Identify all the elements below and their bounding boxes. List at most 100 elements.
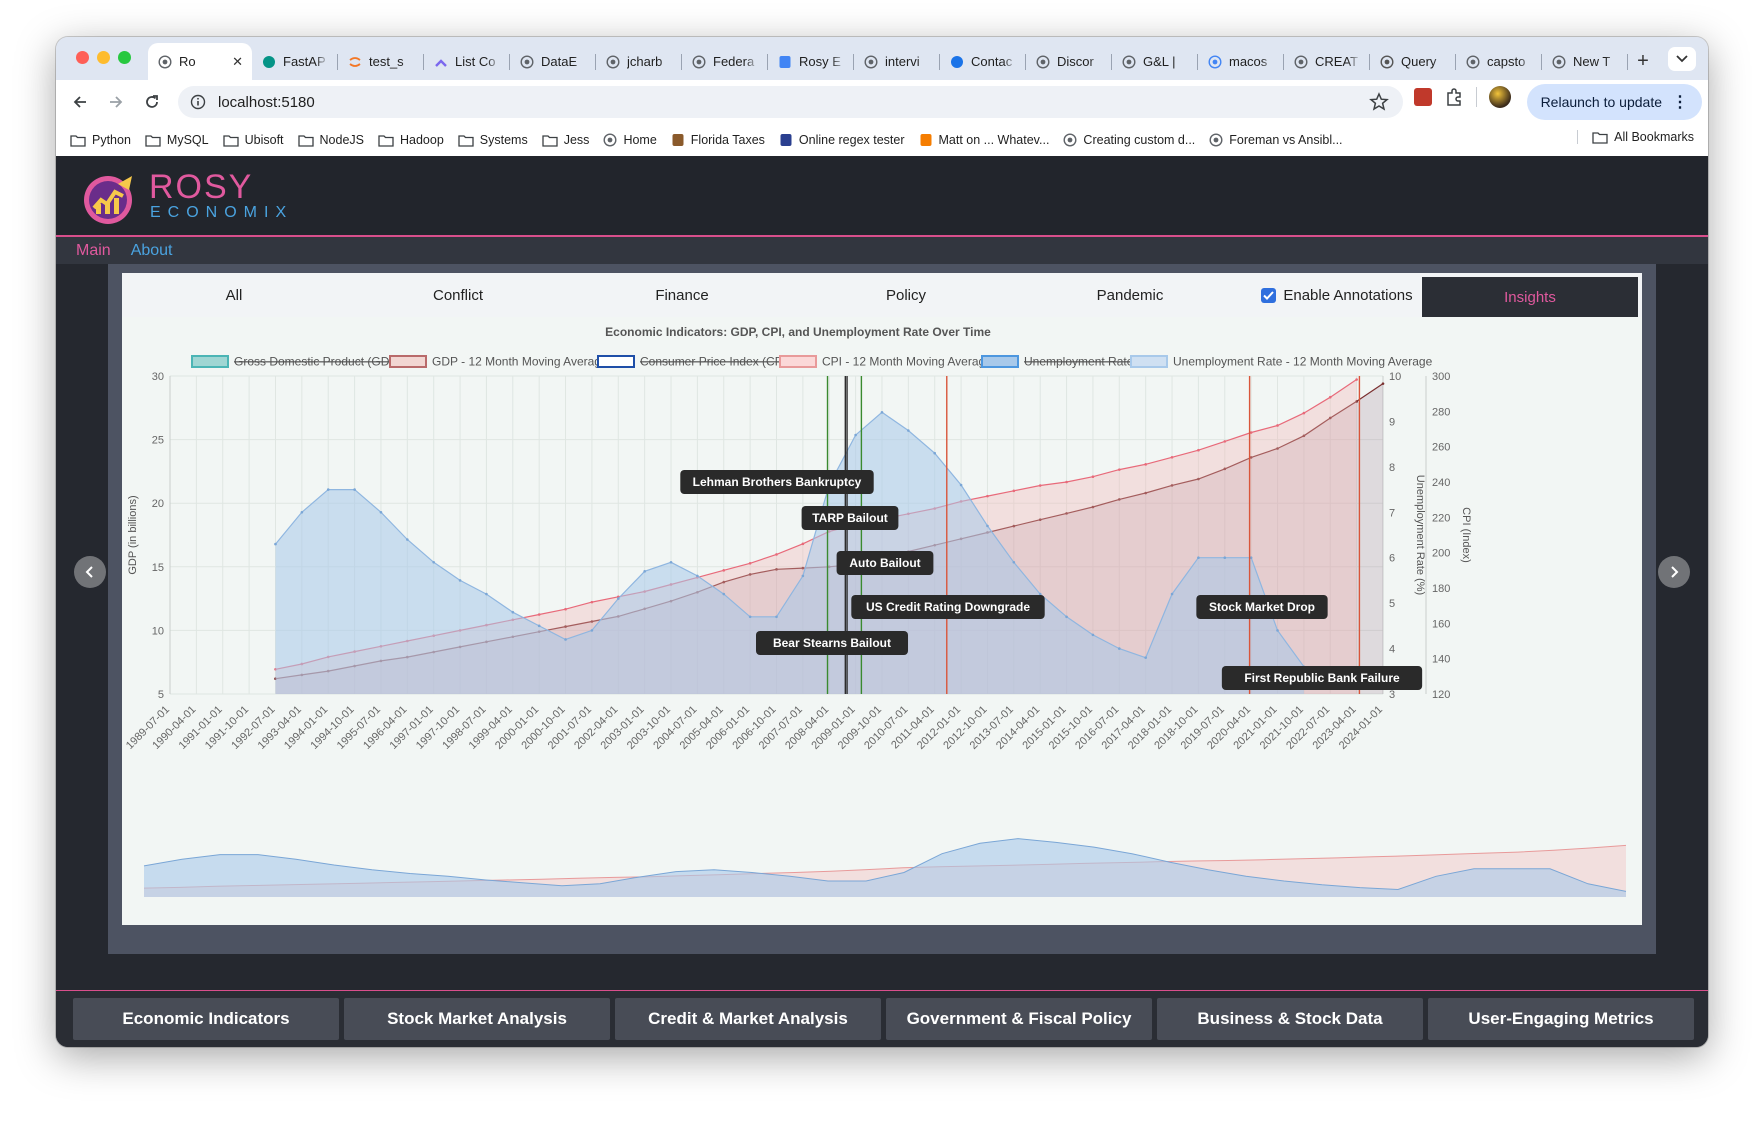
annotation-label[interactable]: US Credit Rating Downgrade <box>851 595 1045 619</box>
zoom-window-button[interactable] <box>118 51 131 64</box>
data-point[interactable] <box>1144 463 1147 466</box>
data-point[interactable] <box>485 592 488 596</box>
data-point[interactable] <box>880 411 884 414</box>
bookmark-item[interactable]: MySQL <box>145 133 209 147</box>
annotations-toggle[interactable]: Enable Annotations <box>1242 287 1432 304</box>
extension-icon[interactable] <box>1414 88 1432 106</box>
data-point[interactable] <box>300 510 304 514</box>
bookmark-item[interactable]: Online regex tester <box>779 133 905 147</box>
browser-tab[interactable]: capsto <box>1456 43 1542 80</box>
filter-conflict-button[interactable]: Conflict <box>346 273 570 317</box>
annotation-label[interactable]: Stock Market Drop <box>1196 595 1328 619</box>
bookmark-item[interactable]: Foreman vs Ansibl... <box>1209 133 1343 147</box>
credit-market-analysis-button[interactable]: Credit & Market Analysis <box>615 998 881 1040</box>
legend-item[interactable]: GDP - 12 Month Moving Average <box>389 355 608 369</box>
data-point[interactable] <box>1065 480 1068 484</box>
bookmark-star-icon[interactable] <box>1369 92 1389 112</box>
stock-market-analysis-button[interactable]: Stock Market Analysis <box>344 998 610 1040</box>
data-point[interactable] <box>353 488 356 491</box>
data-point[interactable] <box>1065 615 1068 619</box>
close-tab-icon[interactable]: ✕ <box>232 54 243 70</box>
data-point[interactable] <box>907 429 910 432</box>
data-point[interactable] <box>1381 382 1385 385</box>
data-point[interactable] <box>722 569 726 572</box>
address-bar[interactable]: localhost:5180 <box>178 86 1403 118</box>
reload-button[interactable] <box>134 84 170 120</box>
browser-tab[interactable]: Query <box>1370 43 1456 80</box>
profile-avatar[interactable] <box>1489 86 1511 108</box>
data-point[interactable] <box>1012 489 1016 493</box>
filter-pandemic-button[interactable]: Pandemic <box>1018 273 1242 317</box>
browser-tab[interactable]: Rosy E <box>768 43 854 80</box>
annotation-label[interactable]: First Republic Bank Failure <box>1221 666 1423 690</box>
annotation-label[interactable]: Lehman Brothers Bankruptcy <box>680 470 874 494</box>
data-point[interactable] <box>1118 468 1121 471</box>
bookmark-item[interactable]: Matt on ... Whatev... <box>919 133 1049 147</box>
data-point[interactable] <box>590 600 594 604</box>
back-button[interactable] <box>62 84 98 120</box>
bookmark-item[interactable]: Systems <box>458 133 528 147</box>
data-point[interactable] <box>1276 424 1279 427</box>
legend-item[interactable]: Gross Domestic Product (GDP) <box>191 355 401 369</box>
browser-tab[interactable]: CREAT <box>1284 43 1370 80</box>
data-point[interactable] <box>1144 656 1147 659</box>
data-point[interactable] <box>1355 378 1358 381</box>
data-point[interactable] <box>1091 633 1095 637</box>
data-point[interactable] <box>1223 440 1227 443</box>
data-point[interactable] <box>1091 475 1095 478</box>
bookmark-item[interactable]: NodeJS <box>297 133 364 147</box>
data-point[interactable] <box>1328 395 1332 399</box>
data-point[interactable] <box>775 553 778 556</box>
browser-tab[interactable]: test_s <box>338 43 424 80</box>
range-navigator[interactable] <box>143 838 1627 897</box>
legend-item[interactable]: Unemployment Rate <box>981 355 1134 369</box>
browser-tab[interactable]: macos <box>1198 43 1284 80</box>
annotations-checkbox[interactable] <box>1261 287 1277 303</box>
bookmark-item[interactable]: Hadoop <box>378 133 444 147</box>
data-point[interactable] <box>616 597 620 600</box>
legend-item[interactable]: CPI - 12 Month Moving Average <box>779 355 992 369</box>
forward-button[interactable] <box>98 84 134 120</box>
browser-tab[interactable]: G&L | <box>1112 43 1198 80</box>
new-tab-button[interactable]: + <box>1628 43 1658 80</box>
minimize-window-button[interactable] <box>97 51 110 64</box>
puzzle-icon[interactable] <box>1444 87 1464 107</box>
government-fiscal-policy-button[interactable]: Government & Fiscal Policy <box>886 998 1152 1040</box>
data-point[interactable] <box>933 451 937 455</box>
data-point[interactable] <box>564 638 567 641</box>
annotation-label[interactable]: TARP Bailout <box>801 506 899 530</box>
data-point[interactable] <box>748 615 752 619</box>
business-stock-data-button[interactable]: Business & Stock Data <box>1157 998 1423 1040</box>
annotation-label[interactable]: Bear Stearns Bailout <box>756 631 908 655</box>
browser-tab[interactable]: intervi <box>854 43 940 80</box>
browser-tab[interactable]: FastAP <box>252 43 338 80</box>
data-point[interactable] <box>1197 556 1200 560</box>
data-point[interactable] <box>1302 411 1306 415</box>
data-point[interactable] <box>696 574 699 578</box>
nav-main-link[interactable]: Main <box>76 242 111 260</box>
data-point[interactable] <box>406 538 409 541</box>
carousel-prev-button[interactable] <box>74 556 106 588</box>
data-point[interactable] <box>432 560 435 564</box>
filter-finance-button[interactable]: Finance <box>570 273 794 317</box>
all-bookmarks-button[interactable]: All Bookmarks <box>1577 130 1694 144</box>
browser-tab[interactable]: jcharb <box>596 43 682 80</box>
data-point[interactable] <box>643 570 646 573</box>
data-point[interactable] <box>537 624 541 628</box>
nav-about-link[interactable]: About <box>131 242 173 260</box>
data-point[interactable] <box>669 560 673 564</box>
data-point[interactable] <box>854 433 857 437</box>
data-point[interactable] <box>1197 448 1200 452</box>
data-point[interactable] <box>1170 455 1174 459</box>
relaunch-button[interactable]: Relaunch to update ⋮ <box>1526 84 1702 120</box>
annotation-label[interactable]: Auto Bailout <box>836 551 934 575</box>
data-point[interactable] <box>458 579 462 582</box>
browser-tab[interactable]: New T <box>1542 43 1628 80</box>
data-point[interactable] <box>326 488 330 491</box>
filter-policy-button[interactable]: Policy <box>794 273 1018 317</box>
data-point[interactable] <box>722 592 726 596</box>
tab-search-button[interactable] <box>1668 47 1696 71</box>
data-point[interactable] <box>379 510 383 514</box>
browser-tab[interactable]: DataE <box>510 43 596 80</box>
info-icon[interactable] <box>190 94 206 110</box>
